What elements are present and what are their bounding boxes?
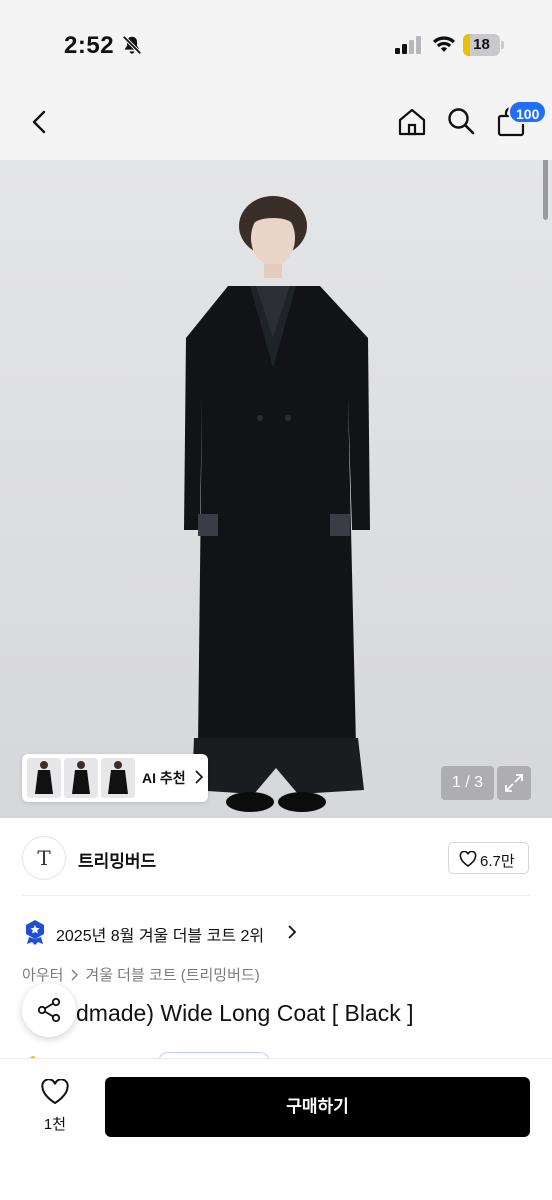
image-page-counter: 1 / 3 (441, 766, 494, 800)
thumbnail-3[interactable] (101, 758, 135, 798)
thumbnail-2[interactable] (64, 758, 98, 798)
wish-count: 1천 (43, 1116, 67, 1133)
bell-slash-icon (122, 35, 142, 55)
cellular-signal-icon (395, 36, 421, 54)
search-icon[interactable] (446, 106, 476, 136)
status-bar: 2:52 18 (0, 0, 552, 92)
ranking-text[interactable]: 2025년 8월 겨울 더블 코트 2위 (56, 922, 264, 946)
share-icon (37, 997, 61, 1023)
status-time: 2:52 (64, 32, 115, 59)
product-photo (184, 196, 370, 812)
breadcrumb-item[interactable]: 겨울 더블 코트 (트리밍버드) (85, 967, 259, 984)
cart-count-badge: 100 (508, 100, 548, 124)
expand-icon (505, 774, 523, 792)
home-icon[interactable] (396, 106, 428, 138)
product-title-text: dmade) Wide Long Coat [ Black ] (76, 1000, 414, 1026)
page-scrollbar[interactable] (543, 160, 548, 220)
heart-icon (459, 851, 477, 867)
brand-name[interactable]: 트리밍버드 (78, 847, 156, 872)
ai-recommend-label[interactable]: AI 추천 (142, 768, 186, 788)
chevron-right-icon (195, 770, 204, 784)
ranking-badge-icon (26, 920, 44, 945)
thumbnail-1[interactable] (27, 758, 61, 798)
top-nav-bar: 100 (0, 92, 552, 160)
chevron-right-icon[interactable] (287, 924, 297, 940)
heart-icon[interactable] (40, 1079, 70, 1105)
brand-like-button[interactable]: 6.7만 (448, 842, 529, 874)
brand-row[interactable]: T 트리밍버드 6.7만 (0, 818, 552, 896)
brand-like-count: 6.7만 (480, 853, 515, 870)
product-image-gallery[interactable] (0, 160, 552, 818)
bottom-action-bar: 1천 구매하기 (0, 1058, 552, 1200)
chevron-left-icon[interactable] (26, 108, 54, 136)
buy-button[interactable]: 구매하기 (105, 1077, 530, 1137)
battery-icon: 18 (463, 34, 504, 56)
breadcrumb: 아우터 겨울 더블 코트 (트리밍버드) (22, 964, 260, 985)
battery-level: 18 (473, 36, 490, 53)
product-title: dmade) Wide Long Coat [ Black ] (22, 1000, 414, 1027)
breadcrumb-item[interactable]: 아우터 (22, 967, 63, 984)
thumbnail-strip[interactable]: AI 추천 (22, 754, 208, 802)
divider (22, 895, 530, 896)
chevron-right-icon (71, 969, 79, 980)
brand-logo[interactable]: T (22, 836, 66, 880)
expand-image-button[interactable] (497, 766, 531, 800)
share-button[interactable] (22, 983, 76, 1037)
wifi-icon (433, 36, 455, 52)
